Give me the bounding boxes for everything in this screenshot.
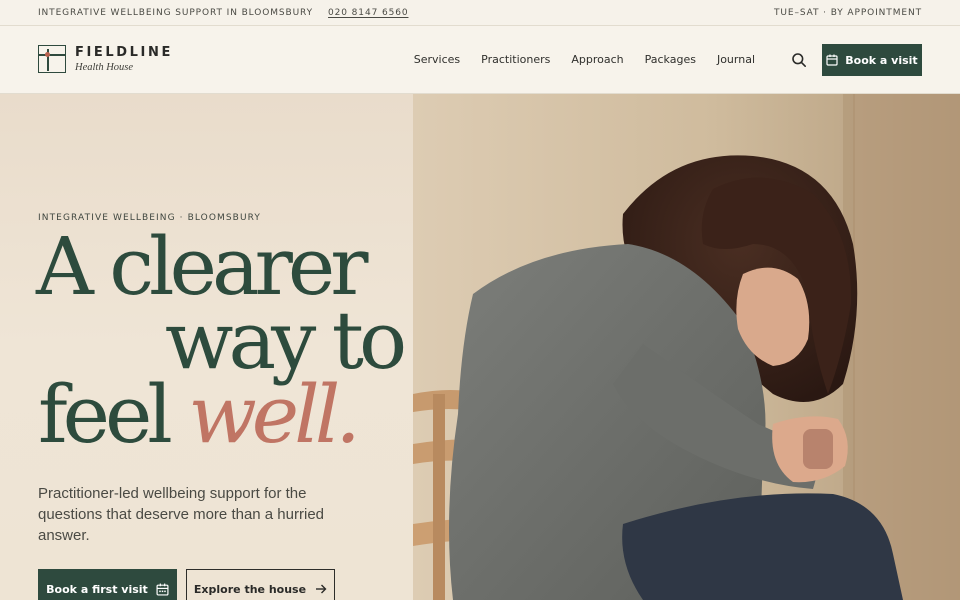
arrow-right-icon — [316, 584, 327, 594]
calendar-icon — [156, 583, 169, 596]
nav-item-services[interactable]: Services — [414, 53, 460, 66]
hero-photo — [413, 94, 960, 600]
tagline: INTEGRATIVE WELLBEING SUPPORT IN BLOOMSB… — [38, 7, 314, 18]
brand-name: FIELDLINE — [75, 45, 173, 60]
book-first-visit-label: Book a first visit — [46, 582, 148, 596]
hero-lede: Practitioner-led wellbeing support for t… — [38, 485, 325, 544]
book-first-visit-button[interactable]: Book a first visit — [38, 569, 177, 600]
hero-photo-illustration — [413, 94, 960, 600]
hero-text-panel: INTEGRATIVE WELLBEING · BLOOMSBURY A cle… — [0, 94, 413, 600]
logo-mark-icon — [38, 45, 66, 73]
hero-headline-accent: well. — [188, 368, 360, 461]
nav-item-practitioners[interactable]: Practitioners — [481, 53, 550, 66]
utility-bar: INTEGRATIVE WELLBEING SUPPORT IN BLOOMSB… — [0, 0, 960, 26]
explore-house-button[interactable]: Explore the house — [186, 569, 335, 600]
hero-headline-line3: feel well. — [38, 375, 361, 455]
main-nav: Services Practitioners Approach Packages… — [414, 53, 755, 66]
nav-item-journal[interactable]: Journal — [717, 53, 755, 66]
nav-item-approach[interactable]: Approach — [571, 53, 623, 66]
book-visit-label: Book a visit — [845, 53, 918, 67]
site-header: FIELDLINE Health House Services Practiti… — [0, 26, 960, 94]
explore-house-label: Explore the house — [193, 582, 307, 596]
hero-headline-plain: feel — [38, 368, 173, 461]
calendar-icon — [826, 54, 838, 66]
nav-item-packages[interactable]: Packages — [645, 53, 696, 66]
book-visit-button[interactable]: Book a visit — [822, 44, 922, 76]
phone-link[interactable]: 020 8147 6560 — [328, 8, 408, 18]
search-icon[interactable] — [791, 52, 807, 68]
logo[interactable]: FIELDLINE Health House — [38, 45, 173, 73]
opening-hours: TUE–SAT · BY APPOINTMENT — [774, 7, 922, 18]
brand-subtitle: Health House — [75, 62, 134, 73]
